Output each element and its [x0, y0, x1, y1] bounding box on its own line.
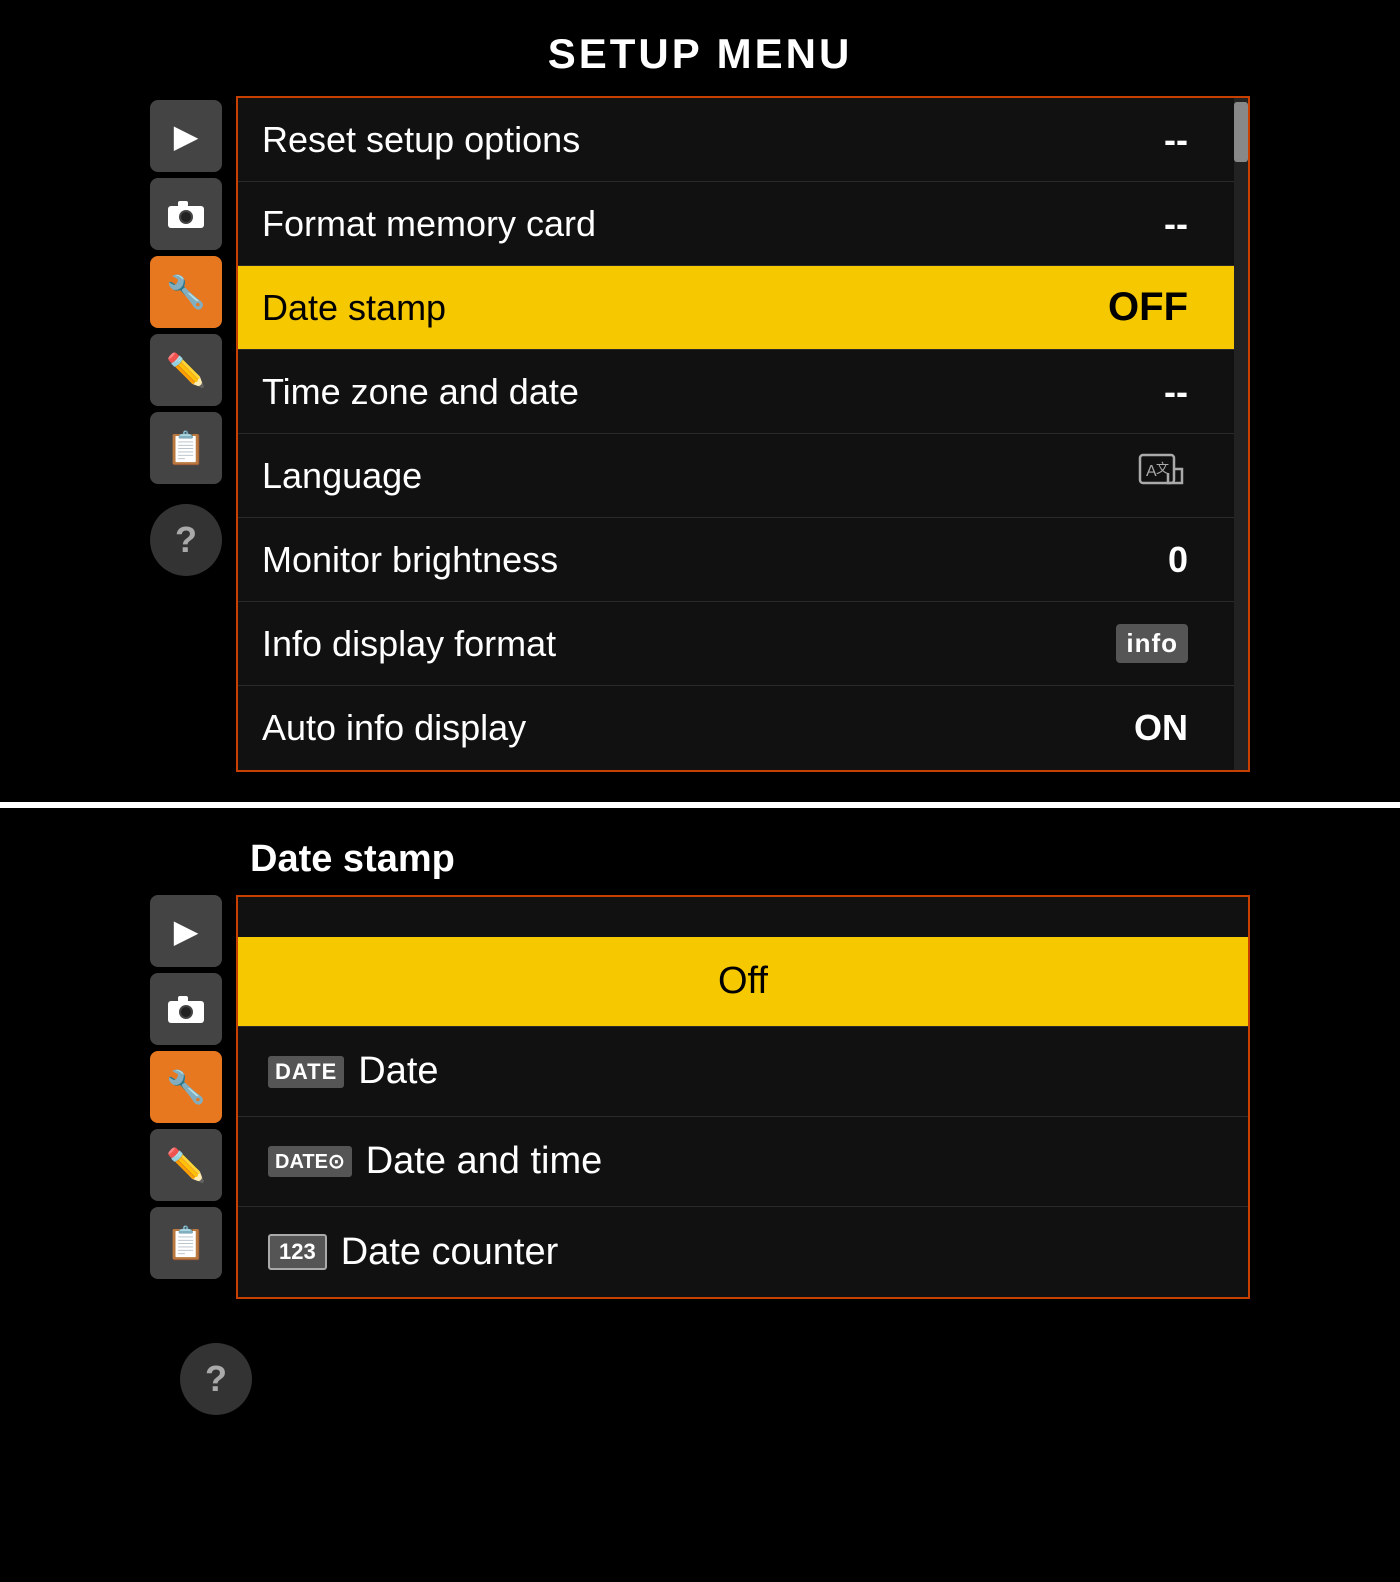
datestamp-panel: Date stamp ▶ 🔧 ✏️ 📋 Off — [150, 838, 1250, 1415]
submenu-item-counter-label: Date counter — [341, 1231, 1218, 1274]
datestamp-submenu-list: Off DATE Date DATE⊙ Date and time 123 Da… — [236, 895, 1250, 1299]
submenu-item-datetime-label: Date and time — [366, 1140, 1218, 1183]
submenu-item-counter[interactable]: 123 Date counter — [238, 1207, 1248, 1297]
menu-item-language-label: Language — [262, 455, 422, 497]
menu-item-infodisplay-label: Info display format — [262, 623, 556, 665]
setup-menu-body: ▶ 🔧 ✏️ 📋 ? Reset setup options — [150, 96, 1250, 772]
dateo-badge: DATE⊙ — [268, 1146, 352, 1177]
language-icon: A 文 — [1138, 451, 1188, 500]
panel-divider — [0, 802, 1400, 808]
menu-item-format-label: Format memory card — [262, 203, 596, 245]
menu-item-datestamp-label: Date stamp — [262, 287, 446, 329]
sidebar2-icon-brush[interactable]: ✏️ — [150, 1129, 222, 1201]
sidebar2-icon-document[interactable]: 📋 — [150, 1207, 222, 1279]
setup-menu-title: SETUP MENU — [150, 30, 1250, 78]
menu-item-timezone-label: Time zone and date — [262, 371, 579, 413]
submenu-item-off[interactable]: Off — [238, 937, 1248, 1027]
setup-menu-panel: SETUP MENU ▶ 🔧 ✏️ 📋 ? — [150, 30, 1250, 772]
sidebar2-icon-play[interactable]: ▶ — [150, 895, 222, 967]
menu-item-datestamp-value: OFF — [1108, 285, 1188, 330]
menu-item-reset-label: Reset setup options — [262, 119, 580, 161]
menu-item-autoinfo-label: Auto info display — [262, 707, 526, 749]
submenu-item-date-label: Date — [358, 1050, 1218, 1093]
sidebar2-icon-wrench[interactable]: 🔧 — [150, 1051, 222, 1123]
submenu-item-off-label: Off — [268, 960, 1218, 1003]
menu-item-reset[interactable]: Reset setup options -- — [238, 98, 1248, 182]
sidebar-top: ▶ 🔧 ✏️ 📋 ? — [150, 96, 222, 772]
datestamp-panel-title: Date stamp — [150, 838, 1250, 881]
datestamp-panel-body: ▶ 🔧 ✏️ 📋 Off DATE Date — [150, 895, 1250, 1299]
sidebar2-icon-camera[interactable] — [150, 973, 222, 1045]
menu-item-brightness-label: Monitor brightness — [262, 539, 558, 581]
menu-item-language[interactable]: Language A 文 — [238, 434, 1248, 518]
info-display-badge: info — [1116, 624, 1188, 663]
menu-item-autoinfo-value: ON — [1134, 707, 1188, 749]
menu-item-brightness-value: 0 — [1168, 539, 1188, 581]
submenu-item-date[interactable]: DATE Date — [238, 1027, 1248, 1117]
sidebar-icon-wrench[interactable]: 🔧 — [150, 256, 222, 328]
menu-item-timezone-value: -- — [1164, 371, 1188, 413]
menu-item-format-value: -- — [1164, 203, 1188, 245]
counter-badge: 123 — [268, 1234, 327, 1270]
menu-item-brightness[interactable]: Monitor brightness 0 — [238, 518, 1248, 602]
sidebar-icon-play[interactable]: ▶ — [150, 100, 222, 172]
menu-item-timezone[interactable]: Time zone and date -- — [238, 350, 1248, 434]
sidebar-icon-document[interactable]: 📋 — [150, 412, 222, 484]
scrollbar-thumb — [1234, 102, 1248, 162]
help-button-top[interactable]: ? — [150, 504, 222, 576]
sidebar-icon-brush[interactable]: ✏️ — [150, 334, 222, 406]
date-badge: DATE — [268, 1056, 344, 1088]
help-button-bottom[interactable]: ? — [180, 1343, 252, 1415]
menu-item-datestamp[interactable]: Date stamp OFF — [238, 266, 1248, 350]
menu-item-format[interactable]: Format memory card -- — [238, 182, 1248, 266]
submenu-item-datetime[interactable]: DATE⊙ Date and time — [238, 1117, 1248, 1207]
scrollbar[interactable] — [1234, 98, 1248, 770]
sidebar-bottom: ▶ 🔧 ✏️ 📋 — [150, 895, 222, 1299]
setup-menu-list: Reset setup options -- Format memory car… — [236, 96, 1250, 772]
menu-item-autoinfo[interactable]: Auto info display ON — [238, 686, 1248, 770]
menu-item-reset-value: -- — [1164, 119, 1188, 161]
menu-item-infodisplay[interactable]: Info display format info — [238, 602, 1248, 686]
sidebar-icon-camera[interactable] — [150, 178, 222, 250]
bottom-help-area: ? — [150, 1329, 1250, 1415]
